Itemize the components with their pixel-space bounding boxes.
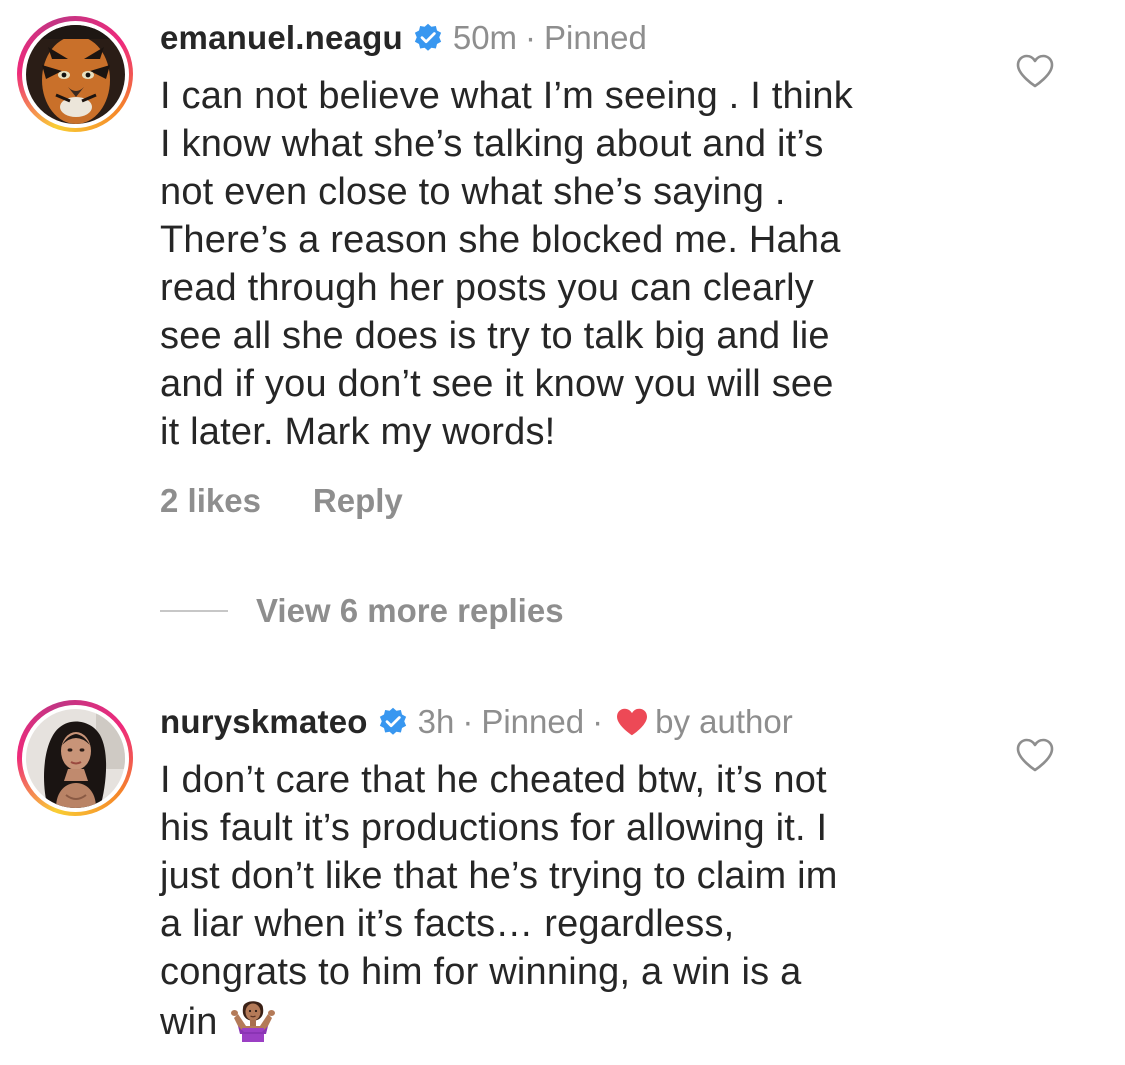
reply-button[interactable]: Reply	[313, 482, 403, 520]
like-comment-heart-icon[interactable]	[1016, 738, 1054, 772]
comment-text: I don’t care that he cheated btw, it’s n…	[160, 756, 980, 1046]
comment-text-line: just don’t like that he’s trying to clai…	[160, 855, 838, 897]
liked-by-author-label: by author	[655, 703, 793, 740]
tiger-face-avatar-icon	[25, 24, 125, 124]
username[interactable]: emanuel.neagu	[160, 19, 403, 57]
view-more-replies-button[interactable]: View 6 more replies	[160, 592, 564, 630]
separator-dot: ·	[462, 703, 474, 740]
story-ring-avatar[interactable]	[17, 16, 133, 132]
divider	[160, 610, 228, 612]
pinned-label: Pinned	[481, 703, 585, 740]
comment-text-line: I know what she’s talking about and it’s	[160, 123, 824, 165]
comment-text-last-word: win	[160, 1001, 218, 1043]
comment-header: nuryskmateo 3h · Pinned · by author	[160, 702, 793, 742]
username[interactable]: nuryskmateo	[160, 703, 368, 741]
view-replies-label: View 6 more replies	[256, 592, 564, 629]
comment-text-line: I can not believe what I’m seeing . I th…	[160, 75, 853, 117]
comment-text-line: read through her posts you can clearly	[160, 267, 814, 309]
comment-text-line: and if you don’t see it know you will se…	[160, 363, 834, 405]
like-comment-heart-icon[interactable]	[1016, 54, 1054, 88]
separator-dot: ·	[525, 19, 537, 56]
comment-time: 3h	[417, 703, 455, 740]
woman-portrait-avatar-icon	[25, 708, 125, 808]
comment-time: 50m	[452, 19, 518, 56]
avatar	[25, 708, 125, 808]
avatar	[25, 24, 125, 124]
comment-actions: 2 likes Reply	[160, 482, 403, 520]
comment-text-line: a liar when it’s facts… regardless,	[160, 903, 735, 945]
comment-text-line: There’s a reason she blocked me. Haha	[160, 219, 841, 261]
comment-text-line: win 🤷🏽‍♀️	[160, 996, 980, 1046]
pinned-label: Pinned	[544, 19, 647, 56]
comment-text-line: it later. Mark my words!	[160, 411, 556, 453]
comment-text-line: his fault it’s productions for allowing …	[160, 807, 828, 849]
verified-badge-icon	[378, 707, 408, 737]
verified-badge-icon	[413, 23, 443, 53]
comment-text-line: I don’t care that he cheated btw, it’s n…	[160, 759, 827, 801]
story-ring-avatar[interactable]	[17, 700, 133, 816]
likes-count[interactable]: 2 likes	[160, 482, 261, 520]
comment-text-line: not even close to what she’s saying .	[160, 171, 786, 213]
separator-dot: ·	[592, 703, 604, 740]
comment-header: emanuel.neagu 50m · Pinned	[160, 18, 647, 58]
comment-text: I can not believe what I’m seeing . I th…	[160, 72, 980, 456]
author-liked-heart-icon	[615, 707, 649, 737]
comment-text-line: see all she does is try to talk big and …	[160, 315, 830, 357]
shrug-emoji-icon: 🤷🏽‍♀️	[228, 996, 278, 1042]
comment-text-line: congrats to him for winning, a win is a	[160, 951, 802, 993]
